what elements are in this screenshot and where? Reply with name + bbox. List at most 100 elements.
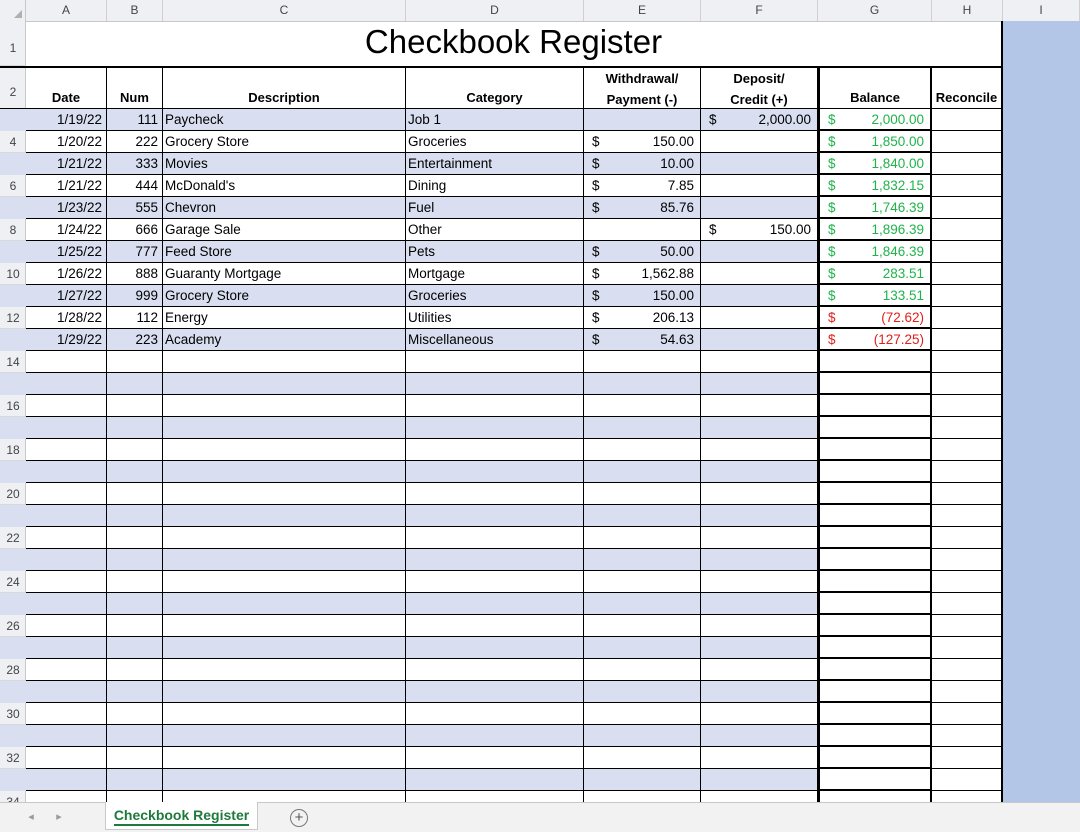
header-withdrawal[interactable]: Withdrawal/Payment (-) (584, 68, 701, 109)
cell-balance[interactable] (818, 725, 932, 747)
cell-withdrawal[interactable]: $85.76 (584, 197, 701, 219)
sheet-tab-checkbook-register[interactable]: Checkbook Register (105, 802, 258, 830)
cell-reconcile[interactable] (932, 747, 1003, 769)
cell-reconcile[interactable] (932, 153, 1003, 175)
cell-deposit[interactable]: $2,000.00 (701, 109, 818, 131)
cell-deposit[interactable] (701, 615, 818, 637)
cell-withdrawal[interactable]: $206.13 (584, 307, 701, 329)
cell-reconcile[interactable] (932, 593, 1003, 615)
cell-category[interactable]: Utilities (406, 307, 584, 329)
cell-description[interactable] (163, 681, 406, 703)
cell-num[interactable] (107, 659, 163, 681)
column-header-g[interactable]: G (818, 0, 932, 21)
cell-withdrawal[interactable] (584, 593, 701, 615)
cell-category[interactable] (406, 549, 584, 571)
cell-category[interactable]: Job 1 (406, 109, 584, 131)
cell-withdrawal[interactable] (584, 769, 701, 791)
cell-date[interactable] (26, 593, 107, 615)
cell-reconcile[interactable] (932, 109, 1003, 131)
cell-date[interactable] (26, 747, 107, 769)
cell-deposit[interactable] (701, 681, 818, 703)
cell-reconcile[interactable] (932, 505, 1003, 527)
cell-date[interactable] (26, 791, 107, 802)
prev-sheet-icon[interactable]: ◂ (24, 809, 38, 825)
cell-balance[interactable] (818, 703, 932, 725)
cell-balance[interactable]: $ (127.25) (818, 329, 932, 351)
cell-date[interactable] (26, 351, 107, 373)
cell-balance[interactable]: $283.51 (818, 263, 932, 285)
cell-category[interactable] (406, 791, 584, 802)
cell-description[interactable]: Guaranty Mortgage (163, 263, 406, 285)
column-header-i[interactable]: I (1003, 0, 1080, 21)
cell-reconcile[interactable] (932, 351, 1003, 373)
cell-date[interactable] (26, 681, 107, 703)
cell-withdrawal[interactable] (584, 373, 701, 395)
cell-category[interactable] (406, 373, 584, 395)
next-sheet-icon[interactable]: ▸ (52, 809, 66, 825)
cell-description[interactable] (163, 351, 406, 373)
cell-num[interactable] (107, 549, 163, 571)
cell-withdrawal[interactable] (584, 549, 701, 571)
cell-num[interactable] (107, 571, 163, 593)
cell-description[interactable]: Paycheck (163, 109, 406, 131)
cell-withdrawal[interactable] (584, 109, 701, 131)
cell-category[interactable] (406, 417, 584, 439)
cell-reconcile[interactable] (932, 307, 1003, 329)
column-header-a[interactable]: A (26, 0, 107, 21)
cell-description[interactable]: Movies (163, 153, 406, 175)
cell-date[interactable] (26, 395, 107, 417)
cell-date[interactable]: 1/20/22 (26, 131, 107, 153)
cell-num[interactable] (107, 439, 163, 461)
cell-withdrawal[interactable] (584, 505, 701, 527)
cell-deposit[interactable] (701, 527, 818, 549)
sheet-title[interactable]: Checkbook Register (26, 21, 1003, 66)
cell-reconcile[interactable] (932, 285, 1003, 307)
cell-num[interactable]: 223 (107, 329, 163, 351)
cell-balance[interactable] (818, 615, 932, 637)
column-header-d[interactable]: D (406, 0, 584, 21)
cell-deposit[interactable] (701, 505, 818, 527)
cell-reconcile[interactable] (932, 483, 1003, 505)
cell-category[interactable]: Mortgage (406, 263, 584, 285)
cell-date[interactable]: 1/26/22 (26, 263, 107, 285)
cell-balance[interactable] (818, 747, 932, 769)
cell-num[interactable]: 333 (107, 153, 163, 175)
cell-description[interactable] (163, 593, 406, 615)
cell-date[interactable] (26, 549, 107, 571)
cell-balance[interactable] (818, 417, 932, 439)
column-header-b[interactable]: B (107, 0, 163, 21)
cell-deposit[interactable] (701, 285, 818, 307)
cell-description[interactable]: McDonald's (163, 175, 406, 197)
cell-num[interactable] (107, 747, 163, 769)
cell-category[interactable] (406, 505, 584, 527)
cell-category[interactable] (406, 747, 584, 769)
cell-category[interactable]: Miscellaneous (406, 329, 584, 351)
cell-description[interactable]: Feed Store (163, 241, 406, 263)
cell-date[interactable]: 1/25/22 (26, 241, 107, 263)
cell-date[interactable] (26, 725, 107, 747)
cell-balance[interactable] (818, 505, 932, 527)
cell-deposit[interactable] (701, 197, 818, 219)
cell-num[interactable]: 999 (107, 285, 163, 307)
cell-deposit[interactable] (701, 373, 818, 395)
cell-num[interactable]: 444 (107, 175, 163, 197)
cell-balance[interactable]: $2,000.00 (818, 109, 932, 131)
cell-reconcile[interactable] (932, 439, 1003, 461)
cell-num[interactable] (107, 769, 163, 791)
cell-num[interactable]: 888 (107, 263, 163, 285)
cell-num[interactable] (107, 703, 163, 725)
cell-reconcile[interactable] (932, 461, 1003, 483)
cell-description[interactable] (163, 703, 406, 725)
cell-category[interactable] (406, 637, 584, 659)
cell-deposit[interactable] (701, 549, 818, 571)
add-sheet-icon[interactable]: + (290, 809, 308, 827)
cell-description[interactable] (163, 439, 406, 461)
cell-balance[interactable] (818, 373, 932, 395)
cell-balance[interactable] (818, 791, 932, 802)
cell-description[interactable] (163, 725, 406, 747)
cell-withdrawal[interactable] (584, 483, 701, 505)
cell-reconcile[interactable] (932, 527, 1003, 549)
cell-reconcile[interactable] (932, 395, 1003, 417)
cell-description[interactable]: Academy (163, 329, 406, 351)
cell-balance[interactable] (818, 681, 932, 703)
